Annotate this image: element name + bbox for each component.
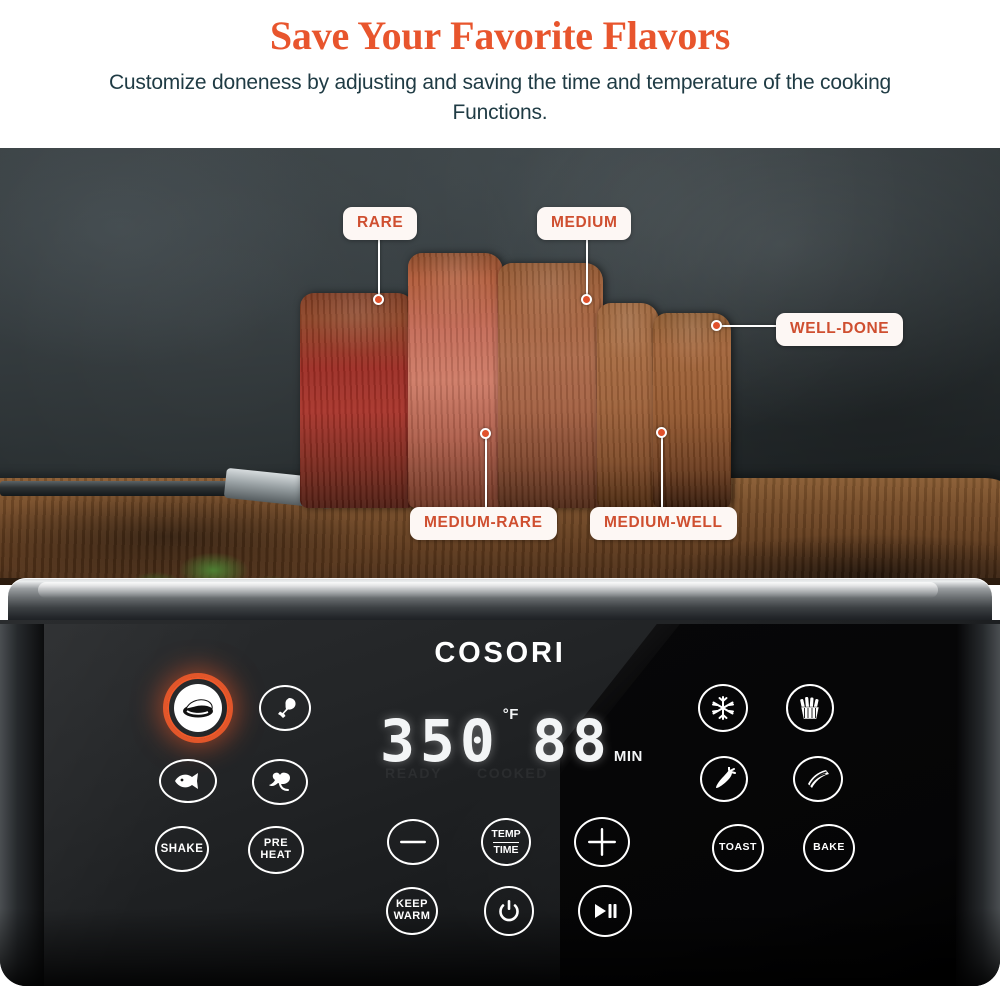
keep-label: KEEP xyxy=(396,898,428,911)
callout-dot-well-done xyxy=(711,320,722,331)
callout-medium-rare: MEDIUM-RARE xyxy=(410,507,557,540)
function-button-chicken[interactable] xyxy=(259,685,311,731)
keep-warm-button[interactable]: KEEP WARM xyxy=(386,887,438,935)
function-button-bake[interactable]: BAKE xyxy=(803,824,855,872)
page-title: Save Your Favorite Flavors xyxy=(269,13,731,58)
display-temperature: 350 xyxy=(380,707,500,775)
function-button-preheat[interactable]: PRE HEAT xyxy=(248,826,304,874)
steak-icon xyxy=(183,699,213,718)
temp-time-divider xyxy=(493,841,519,843)
steak-slice-medium-well xyxy=(597,303,659,508)
toast-button-label: TOAST xyxy=(719,841,757,854)
function-button-shake[interactable]: SHAKE xyxy=(155,826,209,872)
preheat-button-label: PRE HEAT xyxy=(260,837,292,861)
display-time: 88 xyxy=(532,707,612,775)
function-button-fish[interactable] xyxy=(159,759,217,803)
steak-slice-medium-rare xyxy=(408,253,503,508)
steak-slice-rare xyxy=(300,293,415,508)
function-button-bacon[interactable] xyxy=(793,756,843,802)
power-button[interactable] xyxy=(484,886,534,936)
function-button-toast[interactable]: TOAST xyxy=(712,824,764,872)
decrease-button[interactable] xyxy=(387,819,439,865)
page-subtitle: Customize doneness by adjusting and savi… xyxy=(108,71,892,124)
brand-logo: COSORI xyxy=(434,637,566,669)
callout-leader-rare xyxy=(378,232,380,300)
plus-icon xyxy=(588,828,616,856)
bake-button-label: BAKE xyxy=(813,841,845,854)
page-footer xyxy=(0,986,1000,1000)
led-display: 350 °F xyxy=(380,706,518,770)
shrimp-icon xyxy=(269,772,290,791)
function-button-shrimp[interactable] xyxy=(252,759,308,805)
callout-medium-well: MEDIUM-WELL xyxy=(590,507,737,540)
increase-button[interactable] xyxy=(574,817,630,867)
chicken-leg-icon xyxy=(278,698,296,718)
appliance-lid xyxy=(8,578,992,626)
power-icon xyxy=(499,900,519,922)
steak-slice-well-done xyxy=(653,313,731,508)
start-pause-button[interactable] xyxy=(578,885,632,937)
bacon-icon xyxy=(808,770,829,788)
steak-slices xyxy=(300,208,731,508)
fish-icon xyxy=(175,773,198,789)
time-label: TIME xyxy=(493,843,519,856)
fries-icon xyxy=(800,696,820,720)
temp-time-button[interactable]: TEMP TIME xyxy=(481,818,531,866)
callout-dot-rare xyxy=(373,294,384,305)
callout-dot-medium xyxy=(581,294,592,305)
function-button-steak[interactable] xyxy=(167,677,229,739)
function-button-frozen[interactable] xyxy=(698,684,748,732)
temp-label: TEMP xyxy=(491,828,521,841)
led-display-time: 88 MIN xyxy=(532,712,643,770)
lid-highlight xyxy=(38,582,938,598)
function-button-vegetables[interactable] xyxy=(700,756,748,802)
callout-well-done: WELL-DONE xyxy=(776,313,904,346)
callout-rare: RARE xyxy=(343,207,418,240)
temp-time-button-label: TEMP TIME xyxy=(491,828,520,855)
fork-handle xyxy=(0,481,250,496)
callout-leader-medium-well xyxy=(661,437,663,510)
callout-leader-well-done xyxy=(721,325,779,327)
minus-icon xyxy=(400,840,426,844)
warm-label: WARM xyxy=(393,910,431,922)
callout-leader-medium xyxy=(586,232,588,300)
callout-dot-medium-well xyxy=(656,427,667,438)
callout-dot-medium-rare xyxy=(480,428,491,439)
play-pause-icon xyxy=(595,904,617,918)
page-header: Save Your Favorite Flavors Customize don… xyxy=(0,0,1000,148)
callout-leader-medium-rare xyxy=(485,438,487,510)
keep-warm-button-label: KEEP WARM xyxy=(394,899,431,922)
shake-button-label: SHAKE xyxy=(160,842,204,855)
snowflake-icon xyxy=(712,696,734,720)
function-button-fries[interactable] xyxy=(786,684,834,732)
display-time-unit: MIN xyxy=(613,748,643,765)
carrot-icon xyxy=(716,767,736,788)
display-temperature-unit: °F xyxy=(502,706,519,723)
callout-medium: MEDIUM xyxy=(537,207,632,240)
